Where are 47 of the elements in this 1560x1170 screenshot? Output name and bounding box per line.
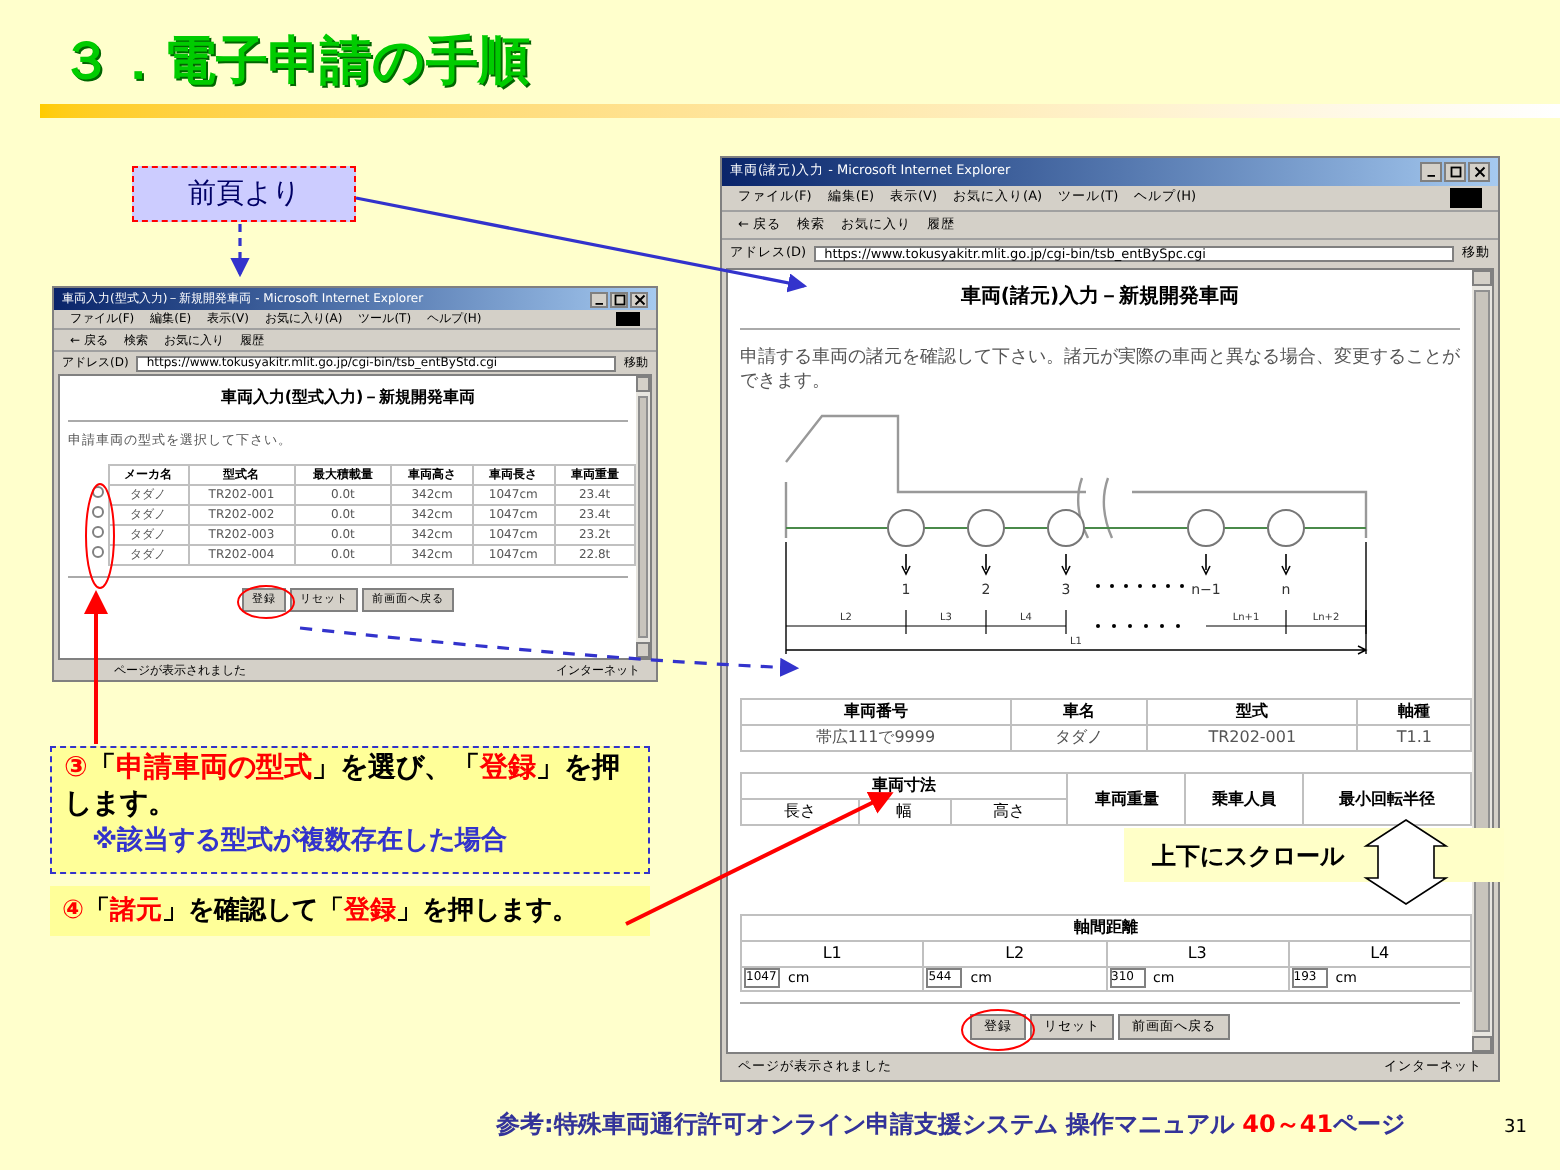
column-header: 軸間距離: [741, 915, 1471, 941]
scrollbar[interactable]: [1472, 270, 1492, 1052]
table-cell: 帯広111で9999: [741, 725, 1010, 751]
column-header: 幅: [858, 799, 951, 825]
from-previous-label: 前頁より: [132, 166, 356, 222]
table-cell: T1.1: [1357, 725, 1471, 751]
step-three-note: ※該当する型式が複数存在した場合: [90, 823, 510, 860]
radio-button[interactable]: [91, 545, 104, 558]
column-header: L3: [1106, 941, 1289, 967]
page-heading: 車両(諸元)入力－新規開発車両: [958, 282, 1242, 312]
browser-logo-icon: [616, 312, 640, 326]
table-cell: TR202-001: [1147, 725, 1358, 751]
column-header: 長さ: [741, 799, 859, 825]
column-header: 車両重量: [1067, 773, 1186, 825]
column-header: 車両寸法: [741, 773, 1068, 799]
minimize-icon[interactable]: [590, 291, 608, 307]
radio-button[interactable]: [91, 525, 104, 538]
scrollbar[interactable]: [636, 376, 650, 658]
maximize-icon[interactable]: [610, 291, 628, 307]
column-header: L2: [923, 941, 1106, 967]
browser-logo-icon: [1450, 188, 1482, 208]
column-header: 高さ: [950, 799, 1068, 825]
column-header: 軸種: [1357, 699, 1471, 725]
minimize-icon[interactable]: [1420, 162, 1442, 182]
column-header: L4: [1288, 941, 1471, 967]
highlight-ellipse: [237, 585, 295, 619]
column-header: L1: [741, 941, 924, 967]
column-header: 乗車人員: [1185, 773, 1303, 825]
connector-arrow: [230, 224, 250, 278]
scroll-hint-text: 上下にスクロール: [1152, 839, 1344, 873]
close-icon[interactable]: [630, 291, 648, 307]
page-heading: 車両入力(型式入力)－新規開発車両: [218, 386, 478, 410]
close-icon[interactable]: [1468, 162, 1490, 182]
reference-footer: 参考:特殊車両通行許可オンライン申請支援システム 操作マニュアル 40～41ページ: [496, 1106, 1406, 1142]
column-header: 車名: [1010, 699, 1147, 725]
page-number: 31: [1504, 1116, 1527, 1142]
maximize-icon[interactable]: [1444, 162, 1466, 182]
column-header: 車両番号: [741, 699, 1010, 725]
highlight-ellipse: [85, 483, 115, 589]
step-four-text: ④「諸元」を確認して「登録」を押します。: [62, 893, 579, 930]
highlight-ellipse: [961, 1009, 1035, 1051]
radio-button[interactable]: [91, 505, 104, 518]
table-cell: タダノ: [1010, 725, 1147, 751]
step-three-text: ③「申請車両の型式」を選び、「登録」を押します。: [64, 750, 622, 822]
slide-title: ３．電子申請の手順: [60, 30, 530, 96]
column-header: 型式: [1147, 699, 1358, 725]
instruction-text: 申請する車両の諸元を確認して下さい。諸元が実際の車両と異なる場合、変更することができます。: [738, 346, 1462, 394]
